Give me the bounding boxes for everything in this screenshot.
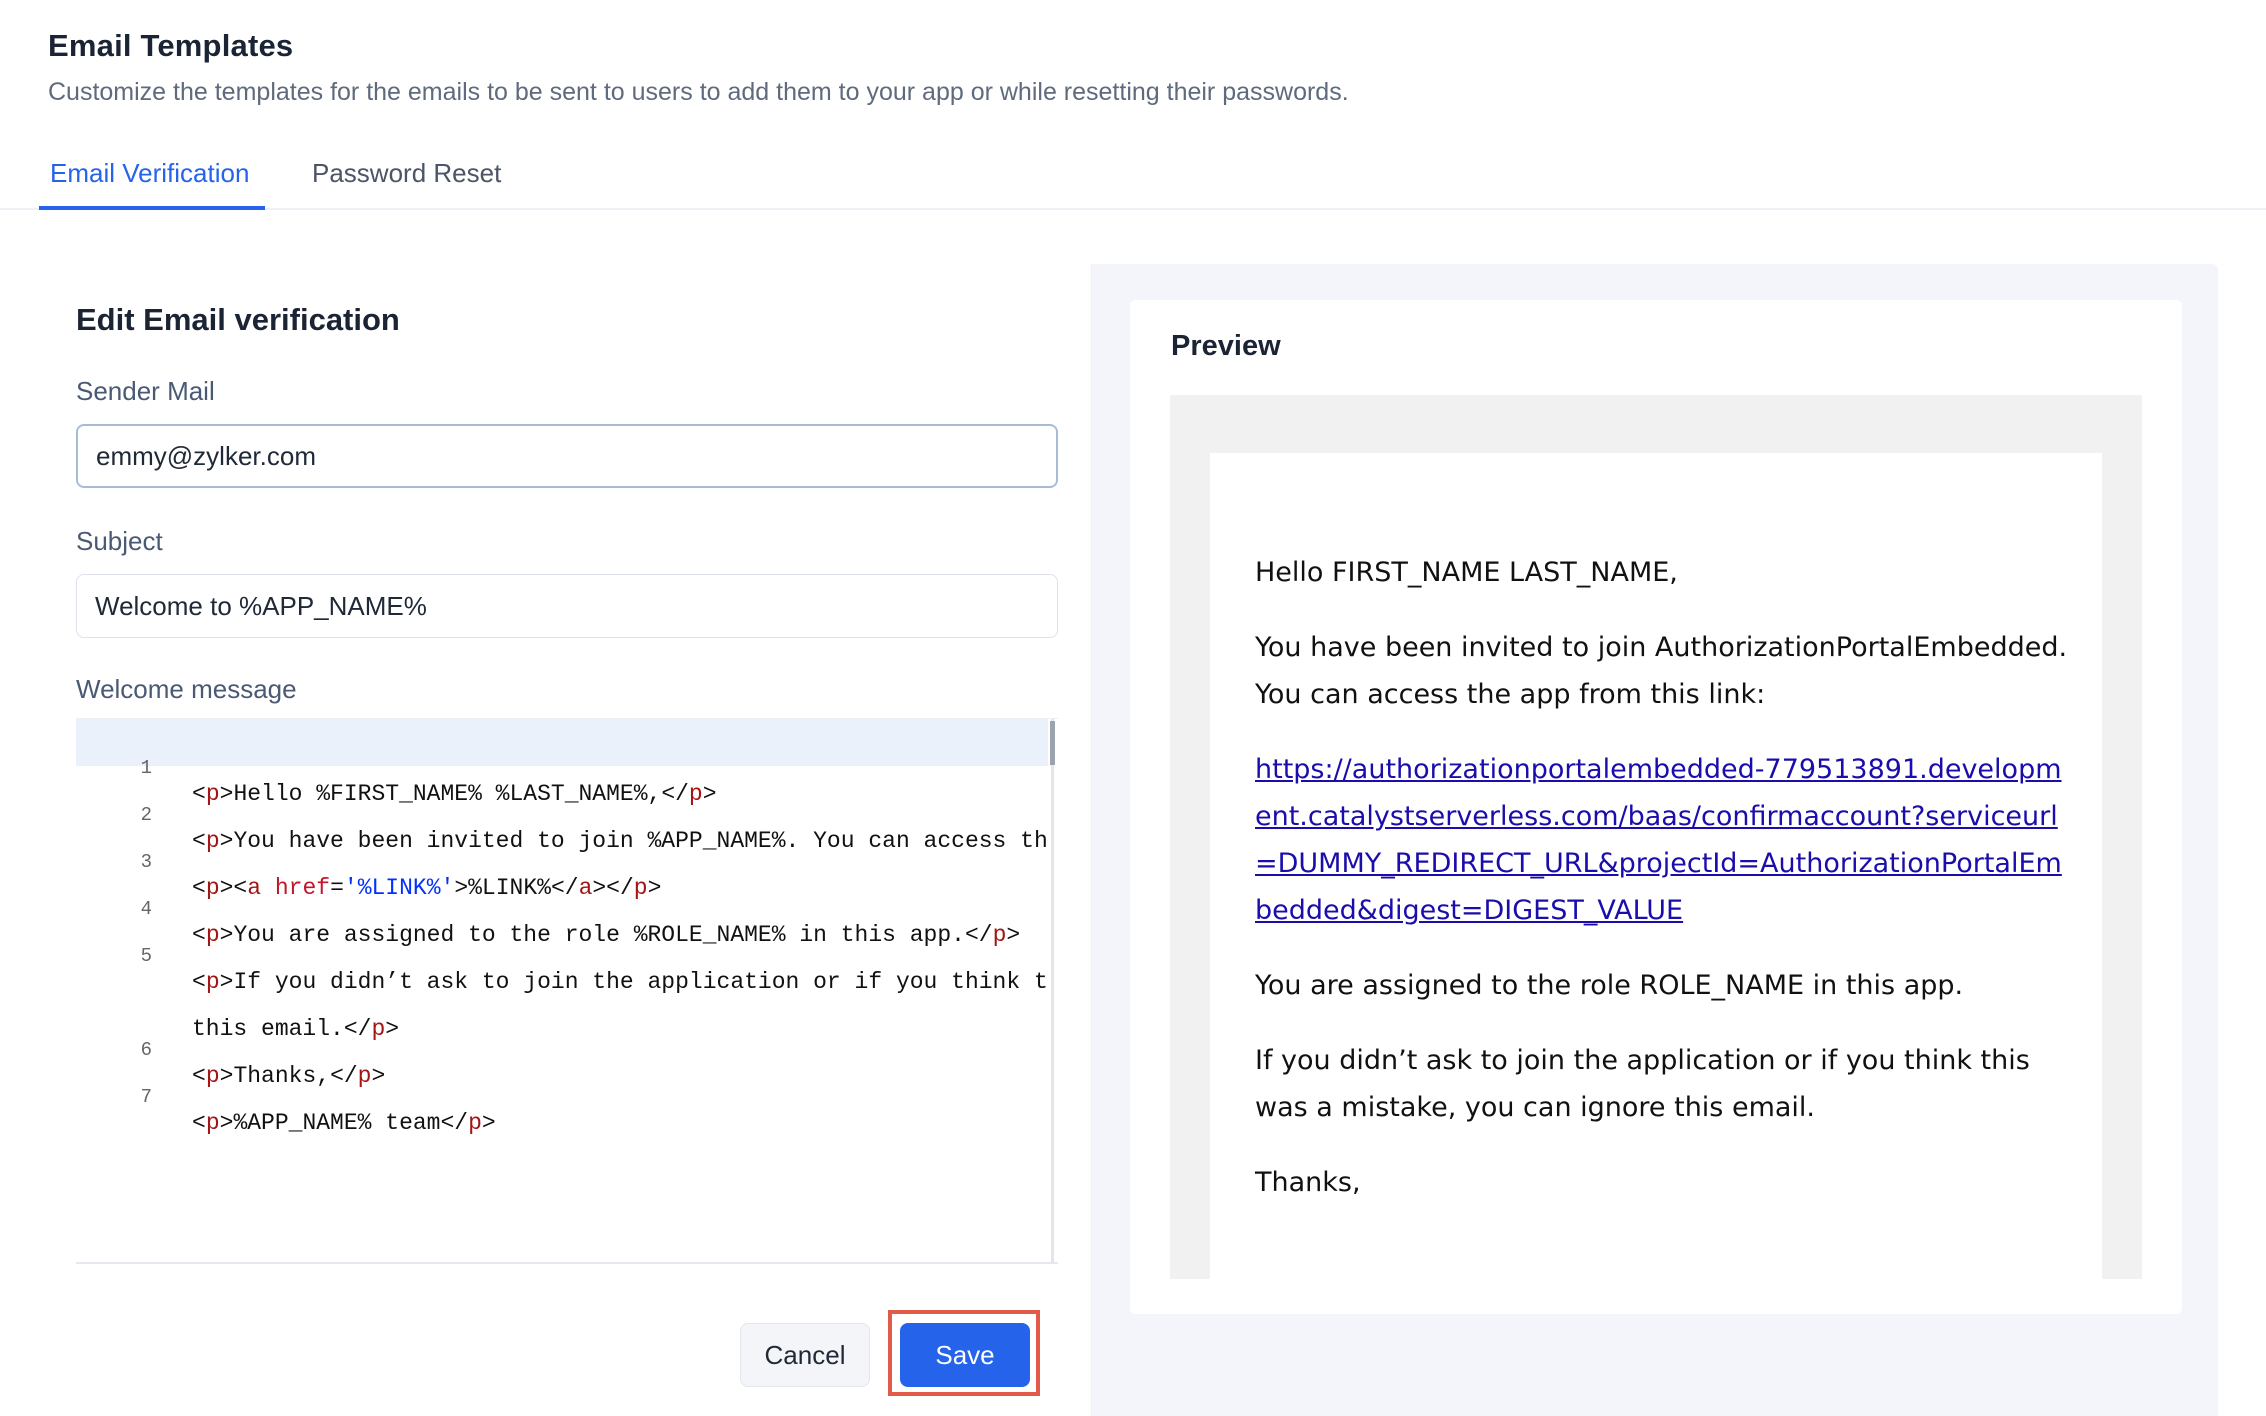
edit-panel: Edit Email verification Sender Mail Subj…: [40, 264, 1092, 1416]
cancel-button[interactable]: Cancel: [740, 1323, 870, 1387]
sender-mail-input[interactable]: [76, 424, 1058, 488]
save-button[interactable]: Save: [900, 1323, 1030, 1387]
email-role-text: You are assigned to the role ROLE_NAME i…: [1255, 970, 1964, 1001]
preview-frame[interactable]: Hello FIRST_NAME LAST_NAME, You have bee…: [1170, 395, 2142, 1279]
main-layout: Edit Email verification Sender Mail Subj…: [40, 264, 2218, 1416]
email-invite-text: You have been invited to join Authorizat…: [1255, 632, 2068, 710]
preview-title: Preview: [1171, 330, 1281, 362]
code-line[interactable]: 1 <p>Hello %FIRST_NAME% %LAST_NAME%,</p>: [76, 719, 1048, 807]
active-tab-indicator: [39, 206, 265, 210]
page-title: Email Templates: [48, 28, 294, 63]
email-greeting: Hello FIRST_NAME LAST_NAME,: [1255, 557, 1678, 588]
code-line[interactable]: 2 <p>You have been invited to join %APP_…: [76, 766, 1048, 854]
code-line[interactable]: this email.</p>: [76, 954, 1048, 1042]
subject-label: Subject: [76, 526, 163, 556]
code-line[interactable]: 6 <p>Thanks,</p>: [76, 1001, 1048, 1089]
email-confirm-link[interactable]: https://authorizationportalembedded-7795…: [1255, 754, 2062, 926]
subject-input[interactable]: [76, 574, 1058, 638]
page-header: Email Templates Customize the templates …: [48, 28, 1349, 107]
tab-email-verification[interactable]: Email Verification: [50, 158, 249, 189]
preview-card: Preview Hello FIRST_NAME LAST_NAME, You …: [1130, 300, 2182, 1314]
code-text: <p>%APP_NAME% team</p>: [192, 1110, 496, 1136]
edit-title: Edit Email verification: [76, 302, 400, 337]
code-line[interactable]: 4 <p>You are assigned to the role %ROLE_…: [76, 860, 1048, 948]
code-line[interactable]: 7 <p>%APP_NAME% team</p>: [76, 1048, 1048, 1136]
line-number: 7: [140, 1086, 152, 1108]
email-thanks: Thanks,: [1255, 1167, 1361, 1198]
code-line[interactable]: 3 <p><a href='%LINK%'>%LINK%</a></p>: [76, 813, 1048, 901]
email-preview: Hello FIRST_NAME LAST_NAME, You have bee…: [1210, 453, 2102, 1279]
editor-scrollbar[interactable]: [1051, 719, 1054, 1262]
email-ignore-text: If you didn’t ask to join the applicatio…: [1255, 1045, 2030, 1123]
page-subtitle: Customize the templates for the emails t…: [48, 78, 1349, 106]
tab-password-reset[interactable]: Password Reset: [312, 158, 501, 189]
welcome-message-editor[interactable]: 1 <p>Hello %FIRST_NAME% %LAST_NAME%,</p>…: [76, 718, 1058, 1264]
editor-scroll-thumb[interactable]: [1050, 721, 1055, 765]
tab-bar: Email Verification Password Reset: [0, 140, 2266, 210]
sender-mail-label: Sender Mail: [76, 376, 215, 406]
welcome-message-label: Welcome message: [76, 674, 297, 704]
email-body: Hello FIRST_NAME LAST_NAME, You have bee…: [1255, 549, 2075, 1234]
code-line[interactable]: 5 <p>If you didn’t ask to join the appli…: [76, 907, 1048, 995]
